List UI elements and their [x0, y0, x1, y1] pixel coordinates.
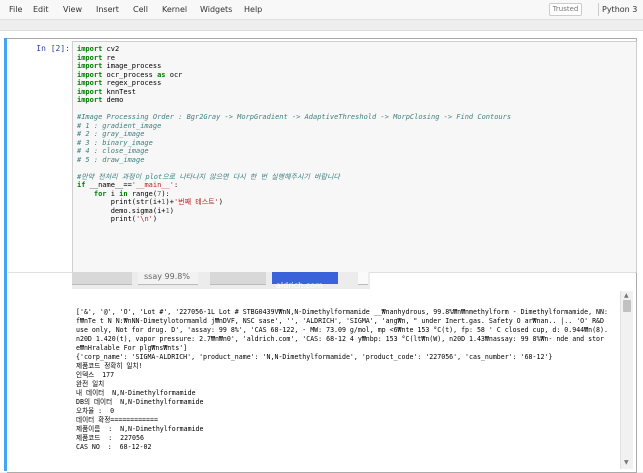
trusted-indicator[interactable]: Trusted [549, 3, 582, 16]
output-line: 제품코드 : 227056 [76, 434, 144, 442]
code-token: import [77, 96, 103, 104]
code-token: as [157, 70, 166, 79]
code-token: : [173, 181, 179, 189]
output-image-4: aldrich.com [272, 272, 338, 289]
code-token: # 1 : gradient_image [77, 121, 162, 130]
output-line: ['&', '@', 'O', 'Lot #', '227056-1L Lot … [76, 308, 608, 316]
output-scrollbar[interactable]: ▲ ▼ [620, 291, 633, 469]
menu-edit[interactable]: Edit [33, 5, 49, 14]
code-token: demo.sigma(i+ [77, 206, 166, 215]
code-token: import [77, 79, 103, 87]
code-token: image_process [102, 62, 162, 70]
code-token: ocr [165, 70, 183, 79]
code-token: ) [218, 198, 224, 206]
menu-bar: File Edit View Insert Cell Kernel Widget… [0, 0, 643, 20]
output-image-3 [210, 272, 266, 285]
code-token: # 2 : gray_image [77, 130, 145, 138]
code-token: # 4 : close_image [77, 147, 149, 155]
code-token: import [77, 45, 103, 53]
code-token: '\n' [136, 215, 153, 223]
code-token: # 5 : draw_image [77, 155, 145, 164]
output-line: 제품코드 정확히 일치! [76, 362, 143, 370]
output-line: 오차율 : 0 [76, 407, 115, 415]
menu-cell[interactable]: Cell [133, 5, 148, 14]
output-text: ['&', '@', 'O', 'Lot #', '227056-1L Lot … [76, 308, 616, 452]
output-line: e₩nHralable For plg₩ns₩nts'] [76, 344, 188, 352]
cell-selection-indicator [4, 38, 7, 471]
code-token: print( [77, 215, 137, 223]
code-token: ): [161, 189, 170, 198]
code-token: regex_process [102, 79, 162, 87]
code-token: import [77, 70, 103, 79]
menu-help[interactable]: Help [244, 5, 262, 14]
output-line: CAS NO : 68-12-02 [76, 443, 152, 451]
output-line: f₩nTe t N N:₩nNN-Dimetylotormamld j₩nDVF… [76, 317, 604, 325]
output-line: DB의 데이터 N,N-Dimethylformamide [76, 398, 204, 406]
output-line: 인덱스 177 [76, 371, 115, 379]
kernel-name[interactable]: Python 3 [602, 5, 637, 14]
code-token: i [106, 189, 120, 198]
code-token: re [102, 53, 115, 62]
output-line: 데이터 확정============ [76, 416, 158, 424]
code-token: # 3 : binary_image [77, 138, 153, 147]
output-line: {'corp_name': 'SIGMA-ALDRICH', 'product_… [76, 353, 553, 361]
code-token: __name__== [85, 181, 132, 189]
menu-view[interactable]: View [63, 5, 82, 14]
output-line: use only, Not for drug. D', 'assay: 99 8… [76, 326, 608, 334]
code-token: import [77, 53, 103, 62]
code-token: import [77, 87, 103, 96]
code-token: demo [102, 96, 124, 104]
output-line: 제품이름 : N,N-Dimethylformamide [76, 425, 204, 433]
input-prompt: In [2]: [36, 44, 70, 53]
output-image-2: ssay 99.8% [138, 272, 198, 285]
output-line: 완전 일치 [76, 380, 105, 388]
menu-kernel[interactable]: Kernel [162, 5, 187, 14]
output-image-5 [358, 272, 368, 285]
code-token: cv2 [102, 45, 120, 53]
code-token: ) [169, 206, 174, 215]
output-line: n20D 1.420(t), vapor pressure: 2.7₩n₩n0'… [76, 335, 604, 343]
output-line: 내 데이터 N,N-Dimethylformamide [76, 389, 196, 397]
code-token: range( [127, 189, 158, 198]
code-token: )+ [165, 198, 174, 206]
code-token: '__main__' [131, 181, 174, 189]
scroll-up-icon[interactable]: ▲ [624, 292, 629, 299]
code-token: print(str(i+ [77, 198, 162, 206]
output-image-4-text: aldrich.com [276, 281, 323, 289]
code-token: #Image Processing Order : Bgr2Gray -> Mo… [77, 113, 512, 121]
code-token: knnTest [102, 87, 137, 96]
code-token: for [93, 189, 107, 198]
output-image-2-text: ssay 99.8% [144, 272, 190, 281]
code-token: '번째 테스트' [173, 198, 219, 206]
code-text[interactable]: import cv2 import re import image_proces… [77, 45, 511, 224]
code-token: ocr_process [102, 70, 158, 79]
code-token: ) [152, 215, 158, 223]
code-token: import [77, 62, 103, 70]
scroll-down-icon[interactable]: ▼ [624, 459, 629, 466]
kernel-separator [598, 3, 599, 16]
code-token: #만약 전처리 과정이 plot으로 나타나지 않으면 다시 한 번 실행해주시… [77, 172, 340, 181]
menu-insert[interactable]: Insert [96, 5, 119, 14]
output-image-strip: ssay 99.8% aldrich.com [72, 272, 370, 289]
menu-widgets[interactable]: Widgets [200, 5, 232, 14]
code-token: in [119, 189, 128, 198]
output-image-1 [72, 272, 132, 285]
scroll-thumb[interactable] [623, 300, 631, 312]
menu-file[interactable]: File [9, 5, 22, 14]
